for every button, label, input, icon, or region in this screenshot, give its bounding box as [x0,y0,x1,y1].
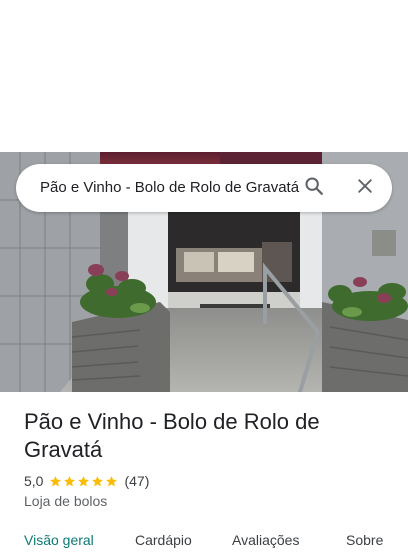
search-input[interactable]: Pão e Vinho - Bolo de Rolo de Gravatá [40,179,304,197]
review-count[interactable]: (47) [124,473,149,489]
close-icon [355,176,375,201]
star-icon [50,475,62,486]
star-icon [106,475,118,486]
clear-search-button[interactable] [349,172,381,204]
search-bar[interactable]: Pão e Vinho - Bolo de Rolo de Gravatá [16,164,392,212]
star-icon [78,475,90,486]
tab-about[interactable]: Sobre [346,532,383,548]
rating-row[interactable]: 5,0 (47) [24,472,149,490]
search-button[interactable] [298,172,330,204]
tab-overview[interactable]: Visão geral [24,532,94,548]
place-category[interactable]: Loja de bolos [24,493,107,509]
star-icon [64,475,76,486]
place-tabs: Visão geral Cardápio Avaliações Sobre [0,532,408,552]
tab-menu[interactable]: Cardápio [135,532,192,548]
place-title: Pão e Vinho - Bolo de Rolo de Gravatá [24,409,320,462]
star-rating [49,475,119,488]
search-icon [303,175,325,202]
tab-reviews[interactable]: Avaliações [232,532,299,548]
rating-value: 5,0 [24,473,44,489]
star-icon [92,475,104,486]
